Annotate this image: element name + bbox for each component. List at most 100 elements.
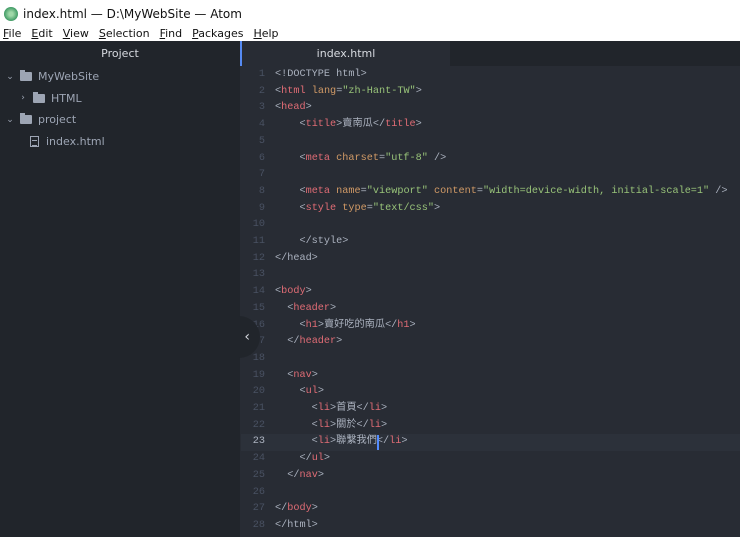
file-tree: ⌄ MyWebSite › HTML ⌄ project index.html	[0, 66, 240, 152]
code-editor[interactable]: 1 <!DOCTYPE html> 2 <html lang="zh-Hant-TW"…	[241, 66, 740, 537]
token-p: <	[275, 436, 318, 448]
token-p: <	[275, 302, 294, 314]
code-line: 11 </style>	[241, 234, 740, 251]
menu-selection[interactable]: Selection	[99, 27, 150, 41]
folder-icon	[20, 113, 32, 125]
chevron-down-icon[interactable]: ⌄	[5, 72, 15, 82]
token-txt: 聯繫我們	[336, 436, 377, 448]
menu-find[interactable]: Find	[160, 27, 183, 41]
code-line: 28 </html>	[241, 518, 740, 535]
line-number: 6	[258, 152, 265, 164]
tab-index-html[interactable]: index.html	[240, 41, 450, 66]
token-tag: li	[317, 419, 331, 431]
token-tag: body	[281, 286, 306, 298]
token-tag: meta	[305, 152, 331, 164]
tree-item-project[interactable]: ⌄ project	[0, 109, 240, 131]
token-tag: html	[281, 85, 306, 97]
file-icon	[30, 135, 39, 147]
token-p: </	[356, 403, 369, 414]
menu-bar: File Edit View Selection Find Packages Help	[0, 27, 740, 41]
menu-packages[interactable]: Packages	[192, 27, 243, 41]
line-number: 20	[252, 386, 265, 398]
line-number: 14	[252, 286, 265, 298]
window-title: index.html — D:\MyWebSite — Atom	[23, 6, 242, 21]
line-number: 24	[252, 453, 265, 465]
code-line: 24 </ul>	[241, 451, 740, 468]
atom-icon	[4, 6, 18, 21]
token-p: <	[275, 403, 318, 414]
line-number: 13	[252, 269, 265, 281]
code-line: 1 <!DOCTYPE html>	[241, 67, 740, 84]
project-panel: Project ⌄ MyWebSite › HTML ⌄ project index.htm…	[0, 41, 240, 537]
code-line: 21 <li>首頁</li>	[241, 401, 740, 418]
token-p: >	[381, 419, 388, 431]
line-number: 7	[258, 169, 265, 181]
token-tag: title	[385, 119, 416, 131]
code-line: 16 <h1>賣好吃的南瓜</h1>	[241, 318, 740, 335]
line-number: 9	[258, 202, 265, 214]
line-number: 1	[258, 69, 265, 80]
chevron-down-icon[interactable]: ⌄	[5, 115, 15, 125]
line-number: 19	[252, 369, 265, 381]
token-tag: ul	[305, 386, 318, 398]
menu-file[interactable]: File	[3, 27, 21, 41]
token-attr: charset	[336, 152, 379, 164]
line-number: 12	[252, 252, 265, 264]
chevron-right-icon[interactable]: ›	[18, 93, 28, 103]
line-number: 5	[258, 135, 265, 147]
line-number: 27	[252, 503, 265, 515]
token-str: "utf-8"	[385, 152, 428, 164]
tree-item-html[interactable]: › HTML	[0, 88, 240, 110]
token-p: >	[415, 119, 422, 131]
token-p: <	[275, 119, 306, 131]
token-tag: nav	[293, 369, 312, 381]
token-str: "viewport"	[366, 185, 428, 197]
token-tag: li	[389, 436, 402, 448]
tree-item-mywebsite[interactable]: ⌄ MyWebSite	[0, 66, 240, 88]
token-p: </	[385, 319, 398, 331]
token-p: <	[275, 369, 294, 381]
line-number: 25	[252, 469, 265, 481]
token-str: "zh-Hant-TW"	[342, 85, 416, 97]
token-txt: 首頁	[336, 403, 357, 414]
token-attr: content	[434, 185, 477, 197]
token-str: "width=device-width, initial-scale=1"	[482, 185, 710, 197]
token-tag: header	[293, 302, 331, 314]
line-number: 26	[252, 486, 265, 498]
token-p: <	[275, 152, 306, 164]
token-p: >	[381, 403, 388, 414]
tree-item-label: project	[38, 113, 77, 127]
tree-item-label: HTML	[51, 91, 82, 105]
token-p: >	[415, 85, 422, 97]
token-p: <	[275, 185, 306, 197]
tree-item-label: index.html	[46, 134, 105, 148]
token-tag: nav	[299, 469, 318, 481]
token-p: </	[356, 419, 369, 431]
token-tag: li	[317, 403, 331, 414]
token-tag: header	[299, 336, 337, 348]
code-line: 15 <header>	[241, 301, 740, 318]
token-p: </head>	[275, 252, 318, 264]
token-attr: type	[342, 202, 367, 214]
code-line: 27 </body>	[241, 501, 740, 518]
tree-item-index-html[interactable]: index.html	[0, 131, 240, 153]
token-str: "text/css"	[372, 202, 435, 214]
menu-edit[interactable]: Edit	[31, 27, 52, 41]
token-p: </	[275, 453, 312, 465]
token-p: />	[427, 152, 447, 164]
token-tag: li	[368, 403, 381, 414]
line-number: 21	[252, 403, 265, 414]
menu-view[interactable]: View	[63, 27, 89, 41]
code-line: 18	[241, 351, 740, 368]
token-txt: 關於	[336, 419, 357, 431]
token-p: </	[275, 469, 300, 481]
token-txt: 賣南瓜	[342, 119, 373, 131]
line-number: 3	[258, 102, 265, 114]
code-line: 5	[241, 134, 740, 151]
line-number: 8	[258, 185, 265, 197]
token-p: >	[401, 436, 408, 448]
token-p: </	[275, 336, 300, 348]
token-attr: lang	[311, 85, 337, 97]
menu-help[interactable]: Help	[253, 27, 278, 41]
token-tag: head	[281, 102, 306, 114]
